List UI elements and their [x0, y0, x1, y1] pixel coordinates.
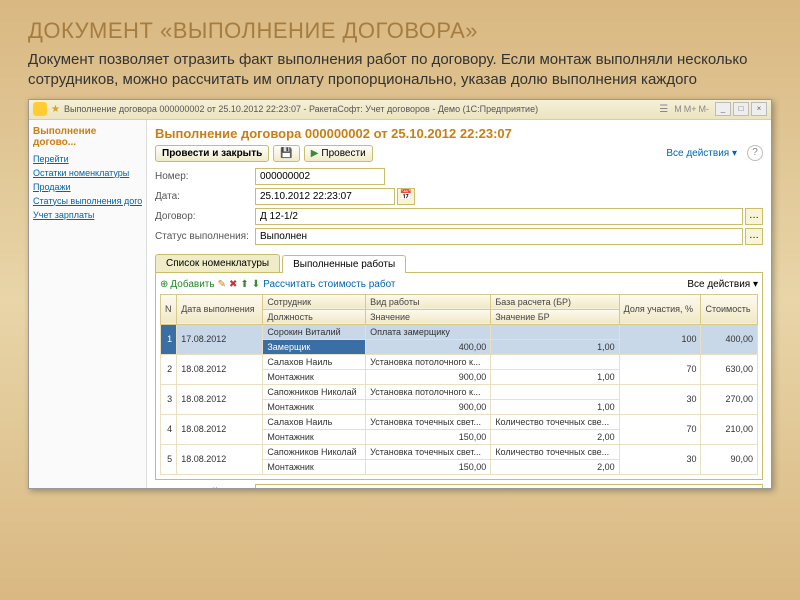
- comment-field[interactable]: [255, 484, 763, 488]
- footer: Комментарий: Ответственный: …: [147, 480, 771, 488]
- calendar-icon[interactable]: 📅: [397, 188, 415, 205]
- form: Номер: Дата: 📅 Договор: … Статус выполне…: [147, 166, 771, 250]
- maximize-button[interactable]: □: [733, 102, 749, 116]
- date-field[interactable]: [255, 188, 395, 205]
- works-table: N Дата выполнения Сотрудник Вид работы Б…: [160, 294, 758, 475]
- table-row[interactable]: 418.08.2012Салахов НаильУстановка точечн…: [161, 414, 758, 429]
- window-button-mminus[interactable]: М-: [699, 104, 710, 114]
- col-cost[interactable]: Стоимость: [701, 294, 758, 324]
- table-toolbar: ⊕ Добавить ✎ ✖ ⬆ ⬇ Рассчитать стоимость …: [160, 277, 758, 294]
- tab-body: ⊕ Добавить ✎ ✖ ⬆ ⬇ Рассчитать стоимость …: [155, 273, 763, 480]
- star-icon[interactable]: ★: [51, 104, 60, 115]
- sidebar-item-sales[interactable]: Продажи: [33, 180, 142, 194]
- col-val[interactable]: Значение: [366, 309, 491, 324]
- window-button-mplus[interactable]: М+: [684, 104, 697, 114]
- app-window: ★ Выполнение договора 000000002 от 25.10…: [28, 99, 772, 489]
- number-label: Номер:: [155, 171, 255, 182]
- add-button[interactable]: ⊕ Добавить: [160, 279, 215, 290]
- tab-nomenclature[interactable]: Список номенклатуры: [155, 254, 280, 272]
- help-icon[interactable]: ?: [747, 145, 763, 161]
- document-title: Выполнение договора 000000002 от 25.10.2…: [147, 120, 771, 145]
- main-area: Выполнение договора 000000002 от 25.10.2…: [147, 120, 771, 488]
- col-n[interactable]: N: [161, 294, 177, 324]
- window-title: Выполнение договора 000000002 от 25.10.2…: [64, 104, 653, 114]
- sidebar-item-goto[interactable]: Перейти: [33, 152, 142, 166]
- select-status-button[interactable]: …: [745, 228, 763, 245]
- comment-label: Комментарий:: [155, 487, 255, 488]
- col-date[interactable]: Дата выполнения: [177, 294, 263, 324]
- status-field[interactable]: [255, 228, 743, 245]
- col-base[interactable]: База расчета (БР): [491, 294, 619, 309]
- close-button[interactable]: ×: [751, 102, 767, 116]
- window-button[interactable]: ☰: [659, 104, 668, 115]
- date-label: Дата:: [155, 191, 255, 202]
- sidebar: Выполнение догово... Перейти Остатки ном…: [29, 120, 147, 488]
- table-row[interactable]: 518.08.2012Сапожников НиколайУстановка т…: [161, 444, 758, 459]
- contract-field[interactable]: [255, 208, 743, 225]
- minimize-button[interactable]: _: [715, 102, 731, 116]
- contract-label: Договор:: [155, 211, 255, 222]
- window-button-m[interactable]: М: [674, 104, 682, 114]
- col-bval[interactable]: Значение БР: [491, 309, 619, 324]
- post-button[interactable]: ▶Провести: [304, 145, 373, 162]
- table-actions-link[interactable]: Все действия ▾: [687, 279, 758, 290]
- col-pos[interactable]: Должность: [263, 309, 366, 324]
- tab-works[interactable]: Выполненные работы: [282, 255, 406, 273]
- app-icon: [33, 102, 47, 116]
- number-field[interactable]: [255, 168, 385, 185]
- up-icon[interactable]: ⬆: [240, 279, 248, 290]
- calc-button[interactable]: Рассчитать стоимость работ: [263, 279, 395, 290]
- save-button[interactable]: 💾: [273, 145, 299, 162]
- status-label: Статус выполнения:: [155, 231, 255, 242]
- sidebar-item-stock[interactable]: Остатки номенклатуры: [33, 166, 142, 180]
- delete-icon[interactable]: ✖: [229, 279, 237, 290]
- col-emp[interactable]: Сотрудник: [263, 294, 366, 309]
- table-row[interactable]: 117.08.2012Сорокин ВиталийОплата замерщи…: [161, 324, 758, 339]
- col-work[interactable]: Вид работы: [366, 294, 491, 309]
- col-share[interactable]: Доля участия, %: [619, 294, 701, 324]
- down-icon[interactable]: ⬇: [252, 279, 260, 290]
- sidebar-item-salary[interactable]: Учет зарплаты: [33, 208, 142, 222]
- toolbar: Провести и закрыть 💾 ▶Провести Все дейст…: [147, 145, 771, 166]
- sidebar-title: Выполнение догово...: [33, 126, 142, 148]
- tabs: Список номенклатуры Выполненные работы: [155, 254, 763, 273]
- slide-title: ДОКУМЕНТ «ВЫПОЛНЕНИЕ ДОГОВОРА»: [0, 0, 800, 50]
- table-row[interactable]: 218.08.2012Салахов НаильУстановка потоло…: [161, 354, 758, 369]
- select-contract-button[interactable]: …: [745, 208, 763, 225]
- sidebar-item-status[interactable]: Статусы выполнения дого...: [33, 194, 142, 208]
- slide-description: Документ позволяет отразить факт выполне…: [0, 50, 800, 99]
- all-actions-link[interactable]: Все действия ▾: [666, 148, 737, 159]
- post-close-button[interactable]: Провести и закрыть: [155, 145, 269, 162]
- titlebar: ★ Выполнение договора 000000002 от 25.10…: [29, 100, 771, 120]
- table-row[interactable]: 318.08.2012Сапожников НиколайУстановка п…: [161, 384, 758, 399]
- edit-icon[interactable]: ✎: [218, 279, 226, 290]
